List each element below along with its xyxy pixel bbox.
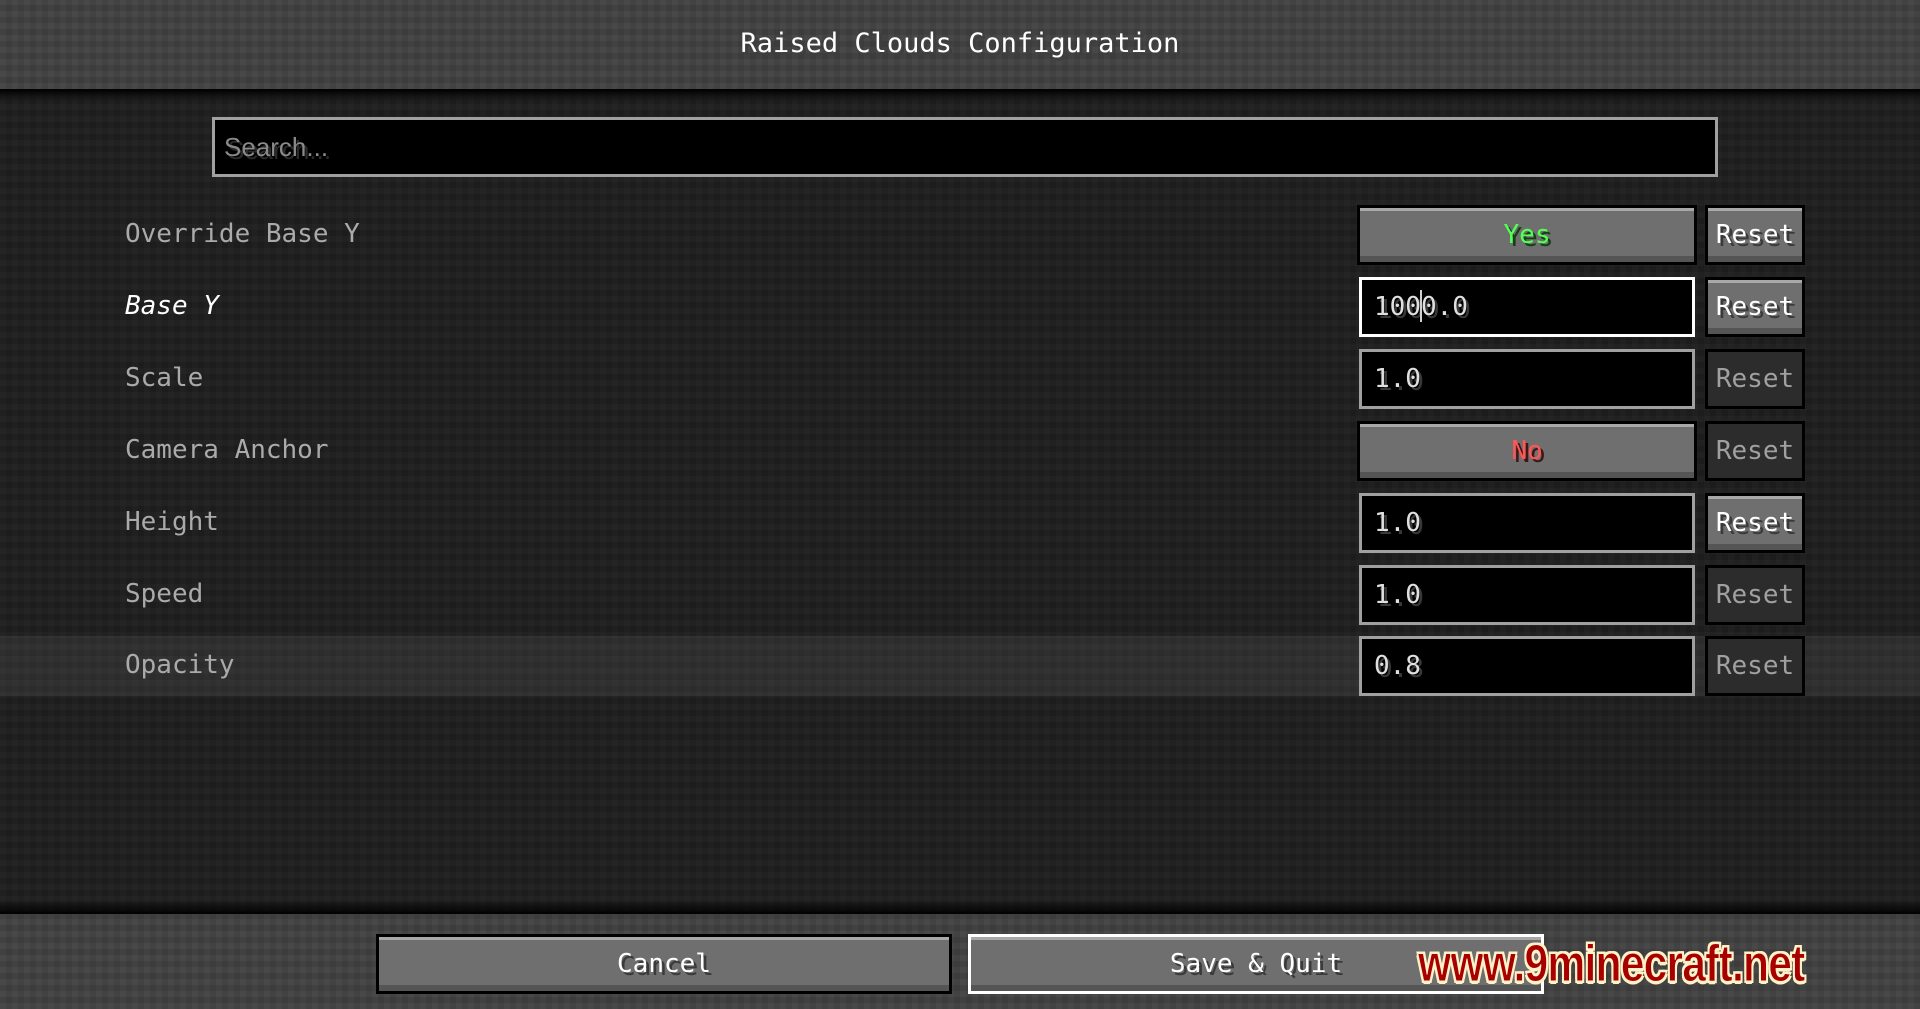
reset-button[interactable]: Reset	[1705, 205, 1805, 265]
height-input[interactable]: 1.0	[1359, 493, 1695, 553]
reset-button[interactable]: Reset	[1705, 349, 1805, 409]
reset-button[interactable]: Reset	[1705, 277, 1805, 337]
search-input[interactable]	[212, 117, 1718, 177]
header-bar: Raised Clouds Configuration	[0, 0, 1920, 89]
option-row-override-base-y: Override Base Y Yes Reset	[0, 205, 1920, 265]
reset-button[interactable]: Reset	[1705, 421, 1805, 481]
option-label: Override Base Y	[125, 219, 360, 249]
option-row-speed: Speed 1.0 Reset	[0, 565, 1920, 625]
option-label: Speed	[125, 579, 204, 609]
scale-input[interactable]: 1.0	[1359, 349, 1695, 409]
reset-button[interactable]: Reset	[1705, 636, 1805, 696]
camera-anchor-toggle[interactable]: No	[1357, 421, 1697, 481]
opacity-input[interactable]: 0.8	[1359, 636, 1695, 696]
reset-button[interactable]: Reset	[1705, 493, 1805, 553]
config-list[interactable]: Override Base Y Yes Reset Base Y 1000.0 …	[0, 89, 1920, 914]
text-caret	[1419, 289, 1422, 322]
value-text: 0.0	[1420, 292, 1468, 322]
speed-input[interactable]: 1.0	[1359, 565, 1695, 625]
option-row-camera-anchor: Camera Anchor No Reset	[0, 421, 1920, 481]
option-row-height: Height 1.0 Reset	[0, 493, 1920, 553]
option-label: Scale	[125, 363, 204, 393]
option-row-opacity: Opacity 0.8 Reset	[0, 636, 1920, 696]
value-text: 100	[1374, 292, 1421, 322]
watermark-logo: www.9minecraft.net	[1418, 935, 1806, 994]
option-label: Camera Anchor	[125, 435, 329, 465]
cancel-button[interactable]: Cancel	[376, 934, 952, 994]
option-row-base-y: Base Y 1000.0 Reset	[0, 277, 1920, 337]
option-label: Height	[125, 507, 219, 537]
option-label: Base Y	[125, 291, 219, 321]
override-base-y-toggle[interactable]: Yes	[1357, 205, 1697, 265]
page-title: Raised Clouds Configuration	[740, 28, 1180, 59]
option-row-scale: Scale 1.0 Reset	[0, 349, 1920, 409]
reset-button[interactable]: Reset	[1705, 565, 1805, 625]
option-label: Opacity	[125, 650, 235, 680]
base-y-input[interactable]: 1000.0	[1359, 277, 1695, 337]
